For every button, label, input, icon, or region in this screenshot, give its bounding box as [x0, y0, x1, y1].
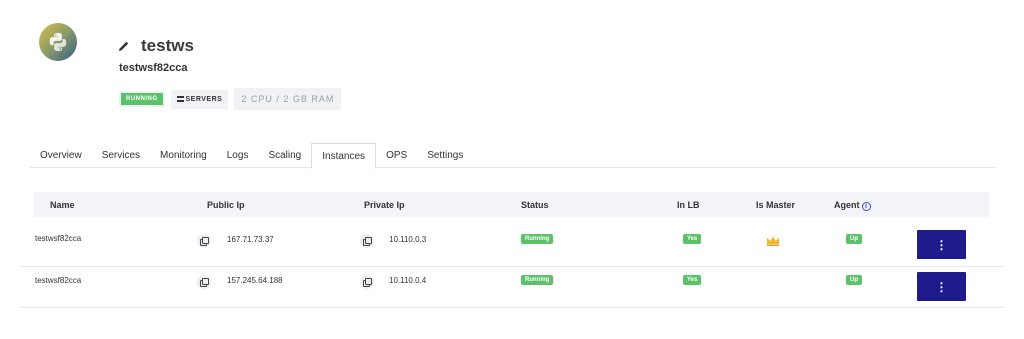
- copy-icon[interactable]: [197, 275, 211, 289]
- private-ip: 10.110.0.4: [389, 276, 427, 285]
- table-row: testwsf82cca 167.71.73.37 10.110.0.3 Run…: [20, 226, 1004, 267]
- app-name: testws: [141, 36, 194, 55]
- header-private-ip: Private Ip: [364, 200, 405, 210]
- status-badge: RUNNING: [119, 91, 165, 107]
- status-pill: Running: [521, 234, 554, 244]
- agent-pill: Up: [846, 234, 862, 244]
- python-icon: [49, 32, 67, 52]
- instances-table-header: Name Public Ip Private Ip Status In LB I…: [34, 192, 989, 217]
- private-ip: 10.110.0.3: [389, 235, 427, 244]
- copy-icon[interactable]: [360, 275, 374, 289]
- spec-badge: 2 CPU / 2 GB RAM: [234, 88, 342, 110]
- tab-instances[interactable]: Instances: [311, 143, 377, 169]
- tab-services[interactable]: Services: [92, 143, 150, 168]
- servers-badge: SERVERS: [170, 89, 229, 109]
- public-ip: 157.245.64.188: [227, 276, 283, 285]
- app-logo: [39, 23, 77, 61]
- instance-name: testwsf82cca: [35, 234, 82, 243]
- info-icon[interactable]: i: [861, 202, 871, 211]
- app-badges: RUNNING SERVERS 2 CPU / 2 GB RAM: [119, 88, 342, 110]
- tab-logs[interactable]: Logs: [217, 143, 259, 168]
- header-is-master: Is Master: [756, 200, 796, 210]
- header-name: Name: [50, 200, 75, 210]
- public-ip: 167.71.73.37: [227, 235, 274, 244]
- server-icon: [176, 96, 184, 102]
- header-public-ip: Public Ip: [207, 200, 245, 210]
- copy-icon[interactable]: [360, 234, 374, 248]
- tab-overview[interactable]: Overview: [30, 143, 92, 168]
- row-actions-button[interactable]: ⋮: [917, 272, 966, 301]
- tab-bar: Overview Services Monitoring Logs Scalin…: [30, 143, 996, 169]
- in-lb-pill: Yes: [683, 275, 702, 285]
- servers-badge-label: SERVERS: [185, 95, 223, 103]
- table-row: testwsf82cca 157.245.64.188 10.110.0.4 R…: [20, 267, 1004, 308]
- master-crown-icon: [767, 236, 779, 246]
- tab-scaling[interactable]: Scaling: [258, 143, 311, 168]
- status-pill: Running: [521, 275, 554, 285]
- header-in-lb: In LB: [677, 200, 700, 210]
- copy-icon[interactable]: [197, 234, 211, 248]
- row-actions-button[interactable]: ⋮: [917, 230, 966, 259]
- header-agent: Agent i: [834, 200, 871, 211]
- instance-name: testwsf82cca: [35, 276, 82, 285]
- header-status: Status: [521, 200, 549, 210]
- tab-settings[interactable]: Settings: [417, 143, 473, 168]
- in-lb-pill: Yes: [683, 234, 702, 244]
- edit-name-icon[interactable]: [118, 40, 130, 52]
- agent-pill: Up: [846, 275, 862, 285]
- app-id: testwsf82cca: [119, 62, 188, 74]
- header-agent-label: Agent: [834, 200, 860, 210]
- tab-ops[interactable]: OPS: [376, 143, 417, 168]
- tab-monitoring[interactable]: Monitoring: [150, 143, 217, 168]
